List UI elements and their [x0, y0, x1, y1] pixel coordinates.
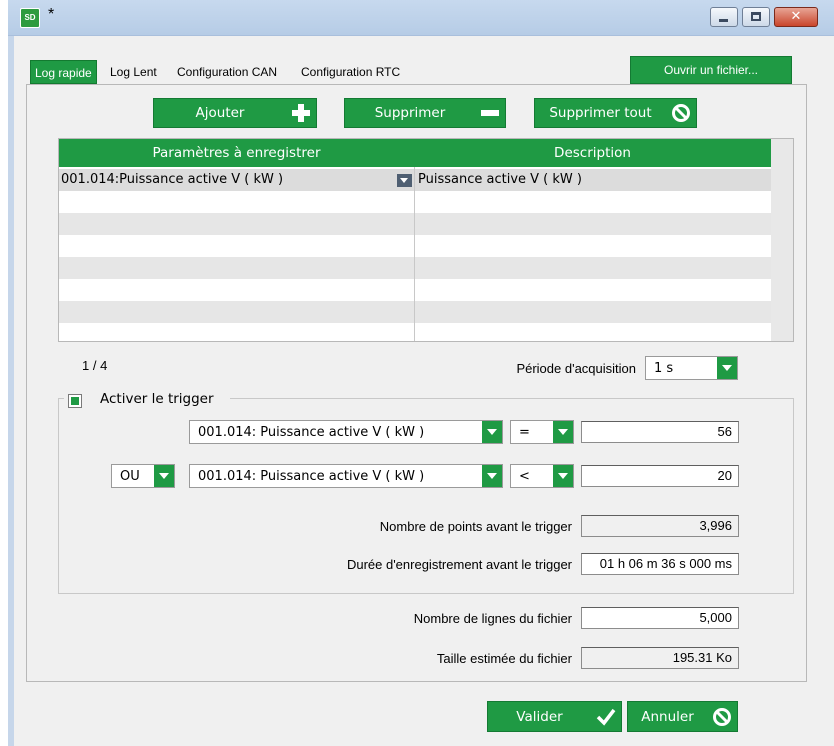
trigger-operator-select-1[interactable]: = [510, 420, 574, 444]
file-lines-label: Nombre de lignes du fichier [413, 611, 572, 626]
trigger-enable-label: Activer le trigger [100, 391, 214, 407]
acquisition-period-label: Période d'acquisition [516, 361, 636, 376]
file-lines-input[interactable]: 5,000 [581, 607, 739, 629]
column-divider [414, 167, 415, 341]
trigger-value-input-1[interactable]: 56 [581, 421, 739, 443]
duration-before-label: Durée d'enregistrement avant le trigger [346, 557, 572, 572]
trigger-logic-value: OU [120, 468, 140, 484]
tab-log-rapide[interactable]: Log rapide [30, 60, 97, 84]
minus-icon [475, 104, 505, 122]
app-icon: SD [20, 8, 40, 28]
window-border [8, 36, 14, 746]
duration-before-input[interactable]: 01 h 06 m 36 s 000 ms [581, 553, 739, 575]
check-mark [71, 397, 79, 405]
table-scroll-area[interactable] [771, 139, 793, 341]
table-row[interactable] [59, 257, 771, 279]
chevron-down-icon [717, 357, 737, 379]
remove-all-label: Supprimer tout [549, 105, 652, 121]
cancel-label: Annuler [641, 708, 694, 725]
trigger-checkbox[interactable] [68, 394, 82, 408]
chevron-down-icon [553, 421, 573, 443]
points-before-value: 3,996 [581, 515, 739, 537]
cancel-button[interactable]: Annuler [627, 701, 738, 732]
column-header-description[interactable]: Description [414, 139, 771, 167]
add-button[interactable]: Ajouter [153, 98, 317, 128]
description-cell: Puissance active V ( kW ) [418, 172, 582, 187]
open-file-label: Ouvrir un fichier... [663, 63, 759, 77]
remove-label: Supprimer [374, 105, 446, 121]
close-button[interactable]: ✕ [774, 7, 818, 27]
add-label: Ajouter [195, 105, 245, 121]
remove-button[interactable]: Supprimer [344, 98, 506, 128]
table-row[interactable] [59, 323, 771, 341]
maximize-button[interactable] [742, 7, 770, 27]
trigger-param-select-1[interactable]: 001.014: Puissance active V ( kW ) [189, 420, 503, 444]
table-header: Paramètres à enregistrer Description [59, 139, 771, 167]
pagination-label: 1 / 4 [82, 358, 108, 373]
table-row[interactable] [59, 235, 771, 257]
points-before-label: Nombre de points avant le trigger [379, 519, 572, 534]
open-file-button[interactable]: Ouvrir un fichier... [630, 56, 792, 84]
table-row[interactable]: 001.014:Puissance active V ( kW ) Puissa… [59, 169, 771, 191]
trigger-logic-select[interactable]: OU [111, 464, 175, 488]
no-entry-icon [707, 707, 737, 727]
chevron-down-icon [482, 421, 502, 443]
trigger-operator-value-2: < [519, 468, 530, 484]
remove-all-button[interactable]: Supprimer tout [534, 98, 697, 128]
parameters-table: Paramètres à enregistrer Description 001… [58, 138, 794, 342]
no-entry-icon [666, 103, 696, 123]
acquisition-period-select[interactable]: 1 s [645, 356, 738, 380]
trigger-value-input-2[interactable]: 20 [581, 465, 739, 487]
trigger-operator-value-1: = [519, 424, 530, 440]
window-title: * [48, 6, 55, 23]
file-size-label: Taille estimée du fichier [436, 651, 572, 666]
maximize-icon [751, 12, 761, 21]
table-row[interactable] [59, 191, 771, 213]
table-row[interactable] [59, 301, 771, 323]
trigger-operator-select-2[interactable]: < [510, 464, 574, 488]
column-header-parameters[interactable]: Paramètres à enregistrer [59, 139, 414, 167]
trigger-param-value-2: 001.014: Puissance active V ( kW ) [198, 468, 425, 484]
param-dropdown-button[interactable] [397, 174, 412, 187]
check-icon [591, 708, 621, 726]
chevron-down-icon [482, 465, 502, 487]
tab-log-lent[interactable]: Log Lent [106, 60, 161, 84]
table-row[interactable] [59, 213, 771, 235]
validate-button[interactable]: Valider [487, 701, 622, 732]
close-icon: ✕ [790, 9, 802, 24]
minimize-icon [719, 19, 728, 22]
table-row[interactable] [59, 279, 771, 301]
file-size-value: 195.31 Ko [581, 647, 739, 669]
chevron-down-icon [400, 178, 408, 183]
plus-icon [286, 104, 316, 122]
minimize-button[interactable] [710, 7, 738, 27]
validate-label: Valider [516, 708, 563, 725]
chevron-down-icon [553, 465, 573, 487]
tab-configuration-rtc[interactable]: Configuration RTC [297, 60, 404, 84]
param-cell: 001.014:Puissance active V ( kW ) [61, 172, 284, 187]
chevron-down-icon [154, 465, 174, 487]
tab-configuration-can[interactable]: Configuration CAN [173, 60, 281, 84]
trigger-param-value-1: 001.014: Puissance active V ( kW ) [198, 424, 425, 440]
trigger-param-select-2[interactable]: 001.014: Puissance active V ( kW ) [189, 464, 503, 488]
acquisition-period-value: 1 s [654, 360, 674, 376]
